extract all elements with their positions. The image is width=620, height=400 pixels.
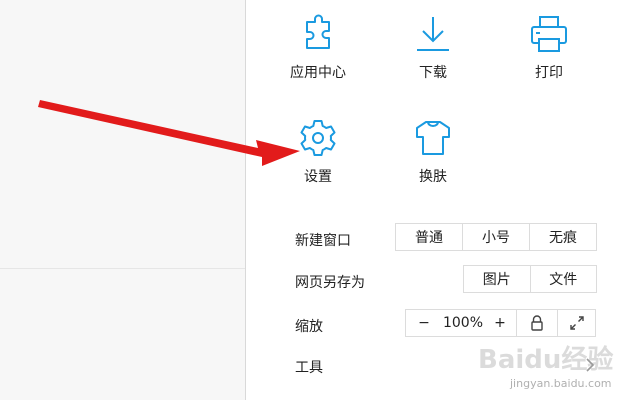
new-normal-window-button[interactable]: 普通	[396, 224, 462, 250]
zoom-controls: − 100% +	[405, 309, 596, 337]
zoom-value: 100%	[442, 315, 484, 331]
new-window-label: 新建窗口	[295, 233, 351, 249]
download-label: 下载	[419, 65, 447, 81]
settings-label: 设置	[304, 169, 332, 185]
download-button[interactable]: 下载	[393, 12, 473, 82]
app-center-button[interactable]: 应用中心	[278, 12, 358, 82]
tools-menu-item[interactable]: 工具	[295, 357, 323, 377]
printer-icon	[531, 16, 567, 52]
new-private-window-button[interactable]: 无痕	[529, 224, 596, 250]
print-button[interactable]: 打印	[509, 12, 589, 82]
zoom-out-button[interactable]: −	[406, 310, 442, 336]
new-small-window-button[interactable]: 小号	[462, 224, 529, 250]
save-as-image-button[interactable]: 图片	[464, 266, 530, 292]
download-icon	[417, 17, 449, 51]
skin-label: 换肤	[419, 169, 447, 185]
tshirt-icon	[416, 121, 450, 155]
chevron-right-icon[interactable]	[584, 356, 596, 374]
new-window-options: 普通 小号 无痕	[395, 223, 597, 251]
lock-icon	[531, 315, 543, 331]
app-center-label: 应用中心	[290, 65, 346, 81]
zoom-in-button[interactable]: +	[484, 310, 516, 336]
expand-icon	[569, 316, 584, 330]
divider	[0, 268, 245, 269]
save-as-label: 网页另存为	[295, 275, 365, 291]
zoom-lock-button[interactable]	[516, 310, 557, 336]
zoom-label: 缩放	[295, 319, 323, 335]
background-page	[0, 0, 245, 400]
save-as-file-button[interactable]: 文件	[529, 266, 597, 292]
puzzle-icon	[306, 14, 330, 49]
fullscreen-button[interactable]	[557, 310, 595, 336]
watermark-url: jingyan.baidu.com	[510, 377, 612, 390]
print-label: 打印	[535, 65, 563, 81]
settings-button[interactable]: 设置	[278, 116, 358, 186]
skin-button[interactable]: 换肤	[393, 116, 473, 186]
gear-icon	[300, 120, 336, 156]
save-as-options: 图片 文件	[463, 265, 597, 293]
